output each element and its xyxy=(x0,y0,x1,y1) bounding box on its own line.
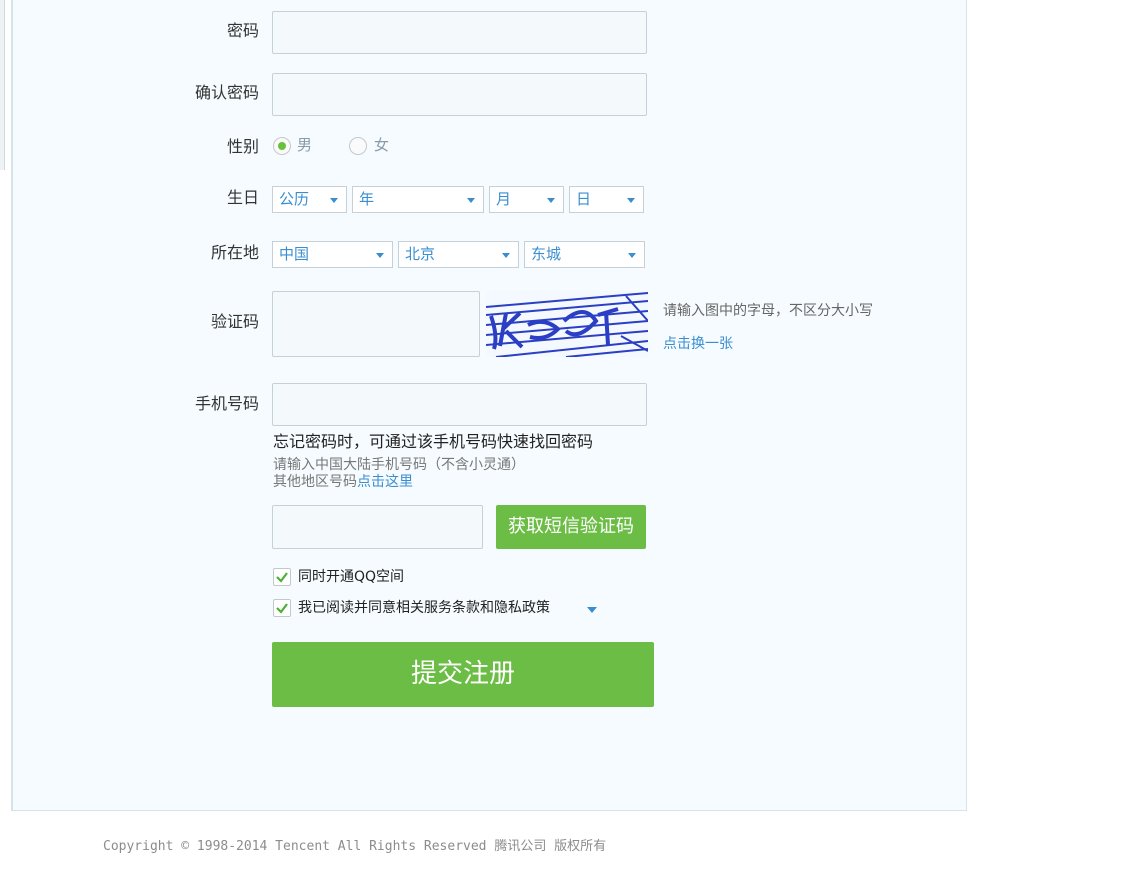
birth-month-select[interactable]: 月 xyxy=(489,186,564,213)
birth-year-value: 年 xyxy=(359,190,375,208)
other-region-line: 其他地区号码点击这里 xyxy=(273,473,413,491)
checkmark-icon xyxy=(276,572,288,583)
calendar-type-value: 公历 xyxy=(279,190,310,208)
birth-day-select[interactable]: 日 xyxy=(569,186,644,213)
confirm-password-field[interactable] xyxy=(272,73,647,116)
calendar-type-select[interactable]: 公历 xyxy=(272,186,347,213)
country-value: 中国 xyxy=(279,245,310,263)
phone-label: 手机号码 xyxy=(194,394,259,413)
birth-day-value: 日 xyxy=(576,190,592,208)
qzone-label: 同时开通QQ空间 xyxy=(298,569,405,585)
captcha-refresh-link[interactable]: 点击换一张 xyxy=(663,335,733,353)
sms-code-field[interactable] xyxy=(272,505,483,549)
captcha-field[interactable] xyxy=(272,291,480,357)
location-label: 所在地 xyxy=(210,243,259,262)
gender-female-label: 女 xyxy=(374,136,390,154)
gender-female-radio[interactable] xyxy=(349,137,367,155)
qzone-checkbox[interactable] xyxy=(273,568,291,586)
captcha-label: 验证码 xyxy=(210,312,259,331)
submit-register-button[interactable]: 提交注册 xyxy=(272,642,654,707)
other-region-link[interactable]: 点击这里 xyxy=(357,474,413,490)
other-region-prefix: 其他地区号码 xyxy=(273,474,357,490)
country-select[interactable]: 中国 xyxy=(272,241,393,268)
gender-male-radio[interactable] xyxy=(273,137,291,155)
agreement-expand-icon[interactable] xyxy=(587,607,597,613)
confirm-password-label: 确认密码 xyxy=(194,83,259,102)
birth-year-select[interactable]: 年 xyxy=(352,186,484,213)
chevron-down-icon xyxy=(376,253,384,258)
birthday-label: 生日 xyxy=(226,188,259,207)
checkmark-icon xyxy=(276,603,288,614)
captcha-hint: 请输入图中的字母，不区分大小写 xyxy=(663,303,873,319)
captcha-noise-graphic xyxy=(486,292,648,357)
password-field[interactable] xyxy=(272,11,647,54)
phone-hint: 请输入中国大陆手机号码（不含小灵通） xyxy=(273,457,525,473)
city-value: 东城 xyxy=(531,245,562,263)
province-select[interactable]: 北京 xyxy=(398,241,519,268)
birth-month-value: 月 xyxy=(496,190,512,208)
chevron-down-icon xyxy=(467,198,475,203)
chevron-down-icon xyxy=(628,253,636,258)
agreement-checkbox[interactable] xyxy=(273,599,291,617)
left-scroll-stub xyxy=(0,0,5,170)
gender-label: 性别 xyxy=(226,137,259,156)
gender-male-label: 男 xyxy=(297,136,313,154)
phone-note: 忘记密码时，可通过该手机号码快速找回密码 xyxy=(273,432,594,451)
agreement-label: 我已阅读并同意相关服务条款和隐私政策 xyxy=(298,600,550,616)
province-value: 北京 xyxy=(405,245,436,263)
chevron-down-icon xyxy=(330,198,338,203)
get-sms-code-button[interactable]: 获取短信验证码 xyxy=(496,505,646,549)
left-sidebar-edge xyxy=(0,0,12,811)
phone-field[interactable] xyxy=(272,383,647,426)
captcha-image[interactable] xyxy=(486,291,648,357)
radio-dot-icon xyxy=(278,142,286,150)
chevron-down-icon xyxy=(502,253,510,258)
password-label: 密码 xyxy=(226,21,259,40)
chevron-down-icon xyxy=(627,198,635,203)
copyright-footer: Copyright © 1998-2014 Tencent All Rights… xyxy=(103,839,607,854)
city-select[interactable]: 东城 xyxy=(524,241,645,268)
chevron-down-icon xyxy=(547,198,555,203)
